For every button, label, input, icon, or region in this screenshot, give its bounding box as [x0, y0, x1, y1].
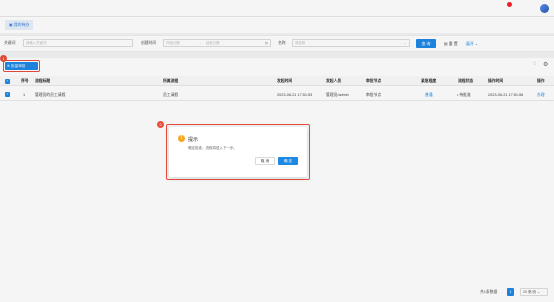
step-marker-2: 2 [157, 121, 164, 128]
confirm-button[interactable]: 确 定 [278, 157, 298, 165]
cancel-button[interactable]: 取 消 [255, 157, 275, 165]
dialog-message: 确定批准，流程将进入下一步。 [188, 146, 237, 150]
dialog-title: 提示 [188, 137, 199, 143]
warning-icon: ! [178, 135, 185, 142]
confirm-dialog [169, 127, 307, 177]
